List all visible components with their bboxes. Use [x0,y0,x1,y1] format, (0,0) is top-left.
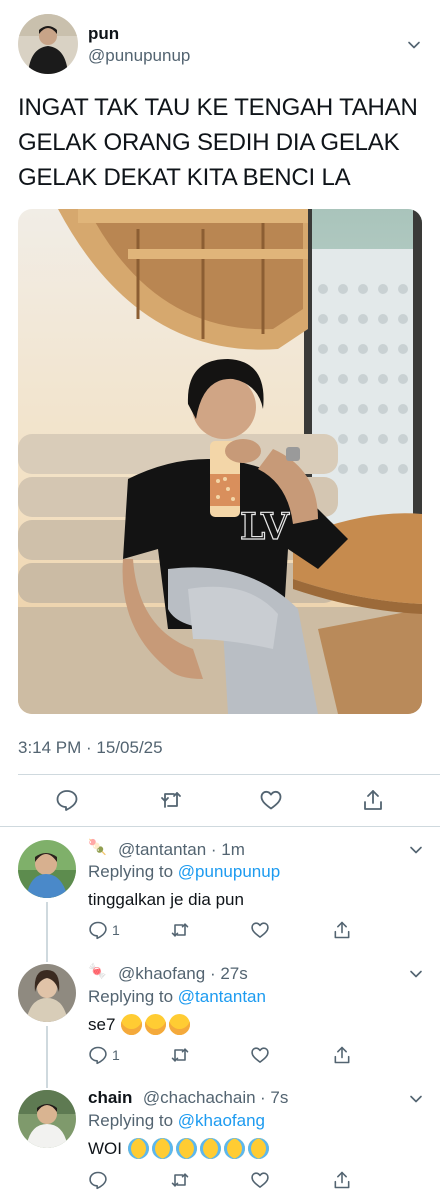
reply-handle-text: @tantantan [118,840,207,859]
reply-icon [88,1045,108,1065]
share-button[interactable] [361,788,385,812]
reply-author[interactable]: chain @chachachain · 7s [88,1088,288,1108]
reply-text-row: WOI [88,1138,272,1160]
tweet-text-line: GELAK ORANG SEDIH DIA GELAK [18,129,400,156]
chevron-down-icon[interactable] [406,37,422,53]
like-button[interactable] [259,788,283,812]
retweet-icon [159,788,183,812]
retweet-icon [170,920,190,940]
reply-icon [88,920,108,940]
author-avatar[interactable] [18,14,78,74]
replying-to-mention[interactable]: @khaofang [178,1111,265,1130]
share-icon [332,1045,352,1065]
share-button[interactable] [332,1170,352,1190]
reply-button[interactable]: 1 [88,920,120,940]
like-button[interactable] [250,1170,270,1190]
reply-button[interactable] [55,788,79,812]
replying-prefix: Replying to [88,1111,174,1130]
reply-avatar[interactable] [18,964,76,1022]
reply-text-row: se7 [88,1014,193,1036]
reply-handle[interactable]: @khaofang · 27s [118,964,248,984]
chevron-down-icon[interactable] [408,966,424,982]
thread-line [46,902,48,962]
reply-icon [88,1170,108,1190]
crying-emoji-icon [176,1138,200,1160]
reply-emoji: 🍬 [88,963,107,980]
tweet-text-line: INGAT TAK TAU KE TENGAH TAHAN [18,94,418,121]
share-icon [332,1170,352,1190]
retweet-button[interactable] [170,1170,190,1190]
tweet-text: INGAT TAK TAU KE TENGAH TAHAN GELAK ORAN… [18,90,423,195]
svg-text:LV: LV [240,506,290,548]
share-button[interactable] [332,1045,352,1065]
reply-button[interactable]: 1 [88,1045,120,1065]
author-handle[interactable]: @punupunup [88,46,190,66]
like-icon [250,1045,270,1065]
tweet-photo[interactable]: LV [18,209,422,714]
replying-to-mention[interactable]: @tantantan [178,987,266,1006]
crying-emoji-icon [152,1138,176,1160]
reply-text: WOI [88,1139,122,1158]
reply-avatar[interactable] [18,840,76,898]
reply-handle-text: @chachachain [142,1088,256,1107]
crying-emoji-icon [200,1138,224,1160]
retweet-button[interactable] [170,1045,190,1065]
divider [0,826,440,827]
crying-emoji-icon [224,1138,248,1160]
share-button[interactable] [332,920,352,940]
reply-icon [55,788,79,812]
reply-handle[interactable]: @tantantan · 1m [118,840,245,860]
replying-to: Replying to @tantantan [88,987,266,1007]
reply-count: 1 [112,1047,120,1063]
tweet-timestamp[interactable]: 3:14 PM · 15/05/25 [18,738,163,758]
crying-emoji-icon [128,1138,152,1160]
tweet-text-line: GELAK DEKAT KITA BENCI LA [18,164,351,191]
like-button[interactable] [250,920,270,940]
grinning-emoji-icon [169,1014,193,1036]
reply-name: chain [88,1088,133,1107]
replying-to: Replying to @punupunup [88,862,280,882]
like-icon [259,788,283,812]
retweet-button[interactable] [170,920,190,940]
divider [18,774,440,775]
replying-to: Replying to @khaofang [88,1111,265,1131]
crying-emoji-icon [248,1138,272,1160]
reply-text: tinggalkan je dia pun [88,890,244,909]
author-name[interactable]: pun [88,24,119,44]
reply-button[interactable] [88,1170,112,1190]
reply-count: 1 [112,922,120,938]
reply-time: · 1m [210,840,245,859]
reply-avatar[interactable] [18,1090,76,1148]
chevron-down-icon[interactable] [408,1091,424,1107]
like-icon [250,920,270,940]
replying-prefix: Replying to [88,987,174,1006]
thread-line [46,1026,48,1088]
retweet-button[interactable] [159,788,183,812]
replying-prefix: Replying to [88,862,174,881]
reply-time: · 27s [209,964,248,983]
like-icon [250,1170,270,1190]
retweet-icon [170,1170,190,1190]
reply-text: se7 [88,1015,116,1034]
reply-time: · 7s [260,1088,289,1107]
share-icon [361,788,385,812]
grinning-emoji-icon [145,1014,169,1036]
replying-to-mention[interactable]: @punupunup [178,862,280,881]
like-button[interactable] [250,1045,270,1065]
retweet-icon [170,1045,190,1065]
share-icon [332,920,352,940]
grinning-emoji-icon [121,1014,145,1036]
reply-handle-text: @khaofang [118,964,206,983]
chevron-down-icon[interactable] [408,842,424,858]
reply-emoji: 🍡 [88,839,107,856]
